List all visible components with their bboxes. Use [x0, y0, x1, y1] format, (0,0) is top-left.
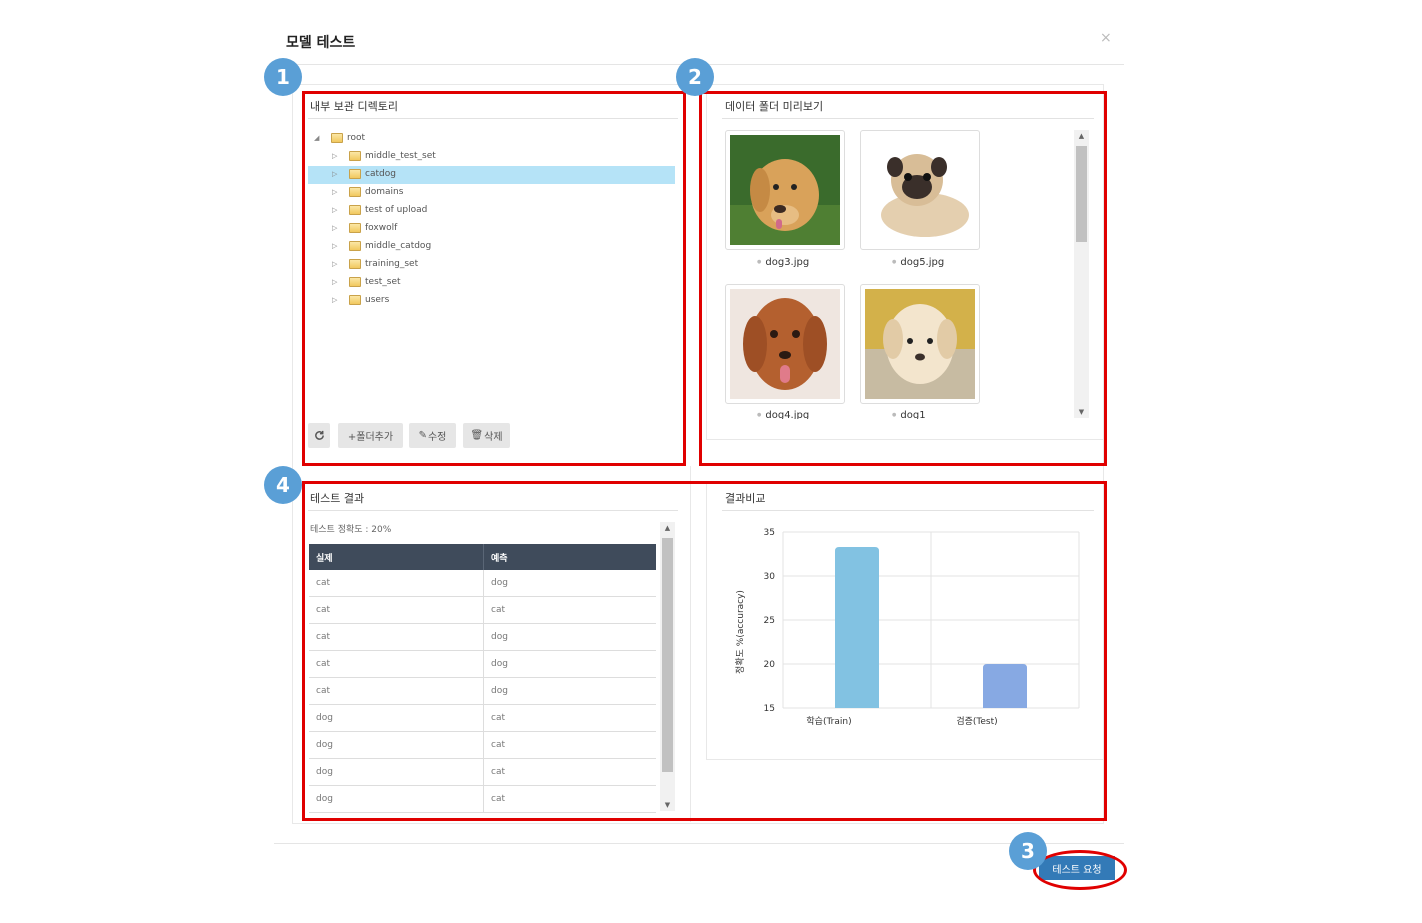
- annotation-badge-1: 1: [264, 58, 302, 96]
- annotation-box-4: [302, 481, 1107, 821]
- modal-title: 모델 테스트: [286, 35, 356, 51]
- annotation-badge-2: 2: [676, 58, 714, 96]
- close-icon[interactable]: ×: [1100, 30, 1112, 46]
- footer-divider: [274, 843, 1124, 844]
- annotation-box-1: [302, 91, 686, 466]
- annotation-badge-3: 3: [1009, 832, 1047, 870]
- annotation-badge-4: 4: [264, 466, 302, 504]
- annotation-box-2: [699, 91, 1107, 466]
- annotation-ellipse-3: [1033, 850, 1127, 890]
